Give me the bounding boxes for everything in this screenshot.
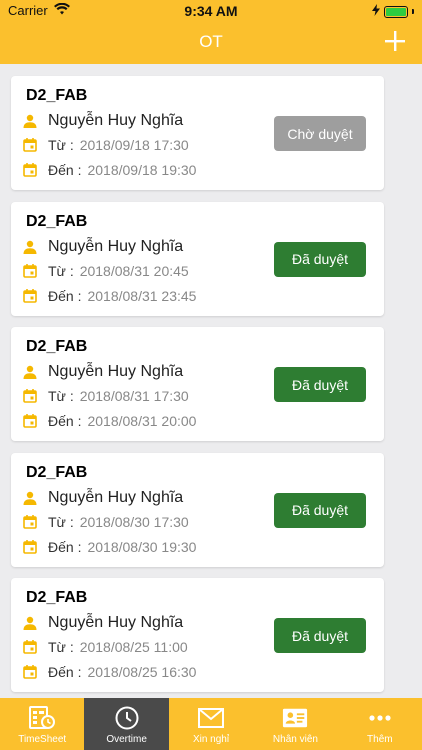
plus-icon	[385, 31, 405, 51]
ot-request-card[interactable]: D2_FAB Nguyễn Huy Nghĩa Từ : 2018/08/25 11:…	[11, 578, 384, 692]
to-datetime: 2018/08/31 23:45	[87, 287, 197, 304]
battery-indicator	[372, 4, 414, 19]
to-datetime: 2018/08/30 19:30	[87, 538, 197, 555]
calendar-icon	[22, 263, 38, 279]
tab-nhân-viên[interactable]: Nhân viên	[253, 698, 337, 750]
from-label: Từ :	[48, 137, 74, 153]
employee-name: Nguyễn Huy Nghĩa	[48, 614, 184, 631]
from-label: Từ :	[48, 513, 74, 530]
employee-name: Nguyễn Huy Nghĩa	[48, 363, 184, 380]
calendar-icon	[22, 639, 38, 655]
from-label: Từ :	[48, 262, 74, 279]
request-code: D2_FAB	[26, 589, 88, 606]
to-datetime: 2018/08/25 16:30	[87, 664, 197, 680]
from-label: Từ :	[48, 388, 74, 404]
add-ot-button[interactable]	[380, 26, 410, 56]
tab-timesheet[interactable]: TimeSheet	[0, 698, 84, 750]
tab-label: TimeSheet	[18, 734, 67, 745]
employee-name: Nguyễn Huy Nghĩa	[48, 488, 184, 506]
charging-icon	[372, 4, 380, 19]
employee-name: Nguyễn Huy Nghĩa	[48, 237, 184, 255]
status-badge[interactable]: Đã duyệt	[274, 492, 366, 528]
to-label: Đến :	[48, 664, 82, 680]
status-badge[interactable]: Đã duyệt	[274, 618, 366, 653]
tab-label: Nhân viên	[272, 734, 318, 745]
person-icon	[22, 239, 38, 255]
timesheet-icon	[29, 706, 56, 730]
from-datetime: 2018/08/25 11:00	[79, 639, 188, 655]
tab-label: Thêm	[367, 734, 393, 745]
to-label: Đến :	[48, 162, 82, 178]
to-label: Đến :	[48, 538, 82, 555]
calendar-icon	[22, 388, 38, 404]
tab-overtime[interactable]: Overtime	[84, 698, 169, 750]
request-code: D2_FAB	[26, 212, 88, 230]
status-badge[interactable]: Đã duyệt	[274, 367, 366, 402]
tab-label: Overtime	[106, 734, 147, 745]
from-datetime: 2018/09/18 17:30	[79, 137, 189, 153]
id-card-icon	[282, 706, 308, 730]
clock-icon	[114, 706, 140, 730]
status-badge[interactable]: Đã duyệt	[274, 241, 366, 277]
ot-request-list[interactable]: D2_FAB Nguyễn Huy Nghĩa Từ : 2018/09/18 17:…	[0, 64, 422, 698]
status-time: 9:34 AM	[184, 3, 238, 19]
ot-request-card[interactable]: D2_FAB Nguyễn Huy Nghĩa Từ : 2018/08/30 17:…	[11, 452, 384, 567]
calendar-icon	[22, 288, 38, 304]
header-bar: Carrier 9:34 AM OT	[0, 0, 422, 64]
ot-request-card[interactable]: D2_FAB Nguyễn Huy Nghĩa Từ : 2018/08/31 17:…	[11, 327, 384, 441]
request-code: D2_FAB	[26, 338, 88, 355]
tab-thêm[interactable]: Thêm	[338, 698, 422, 750]
mail-icon	[198, 706, 225, 730]
from-label: Từ :	[48, 639, 74, 655]
calendar-icon	[22, 413, 38, 429]
ot-request-card[interactable]: D2_FAB Nguyễn Huy Nghĩa Từ : 2018/08/31 20:…	[11, 201, 384, 316]
tab-xin-nghỉ[interactable]: Xin nghỉ	[169, 698, 253, 750]
person-icon	[22, 615, 38, 631]
page-title: OT	[199, 32, 223, 51]
calendar-icon	[22, 664, 38, 680]
from-datetime: 2018/08/30 17:30	[79, 513, 189, 530]
to-label: Đến :	[48, 413, 82, 429]
calendar-icon	[22, 514, 38, 530]
from-datetime: 2018/08/31 20:45	[79, 262, 189, 279]
status-bar: Carrier 9:34 AM	[0, 0, 422, 22]
tab-bar: TimeSheet Overtime Xin nghỉ Nhân viên Thêm	[0, 698, 422, 750]
employee-name: Nguyễn Huy Nghĩa	[48, 112, 184, 129]
person-icon	[22, 364, 38, 380]
person-icon	[22, 113, 38, 129]
battery-icon	[384, 5, 408, 18]
ot-request-card[interactable]: D2_FAB Nguyễn Huy Nghĩa Từ : 2018/09/18 17:…	[11, 76, 384, 190]
request-code: D2_FAB	[26, 463, 88, 481]
to-datetime: 2018/08/31 20:00	[87, 413, 197, 429]
from-datetime: 2018/08/31 17:30	[79, 388, 189, 404]
person-icon	[22, 490, 38, 506]
calendar-icon	[22, 162, 38, 178]
calendar-icon	[22, 539, 38, 555]
request-code: D2_FAB	[26, 87, 88, 104]
calendar-icon	[22, 137, 38, 153]
tab-label: Xin nghỉ	[192, 734, 230, 745]
to-datetime: 2018/09/18 19:30	[87, 162, 197, 178]
status-badge[interactable]: Chờ duyệt	[274, 116, 366, 151]
to-label: Đến :	[48, 287, 82, 304]
more-icon	[367, 706, 393, 730]
